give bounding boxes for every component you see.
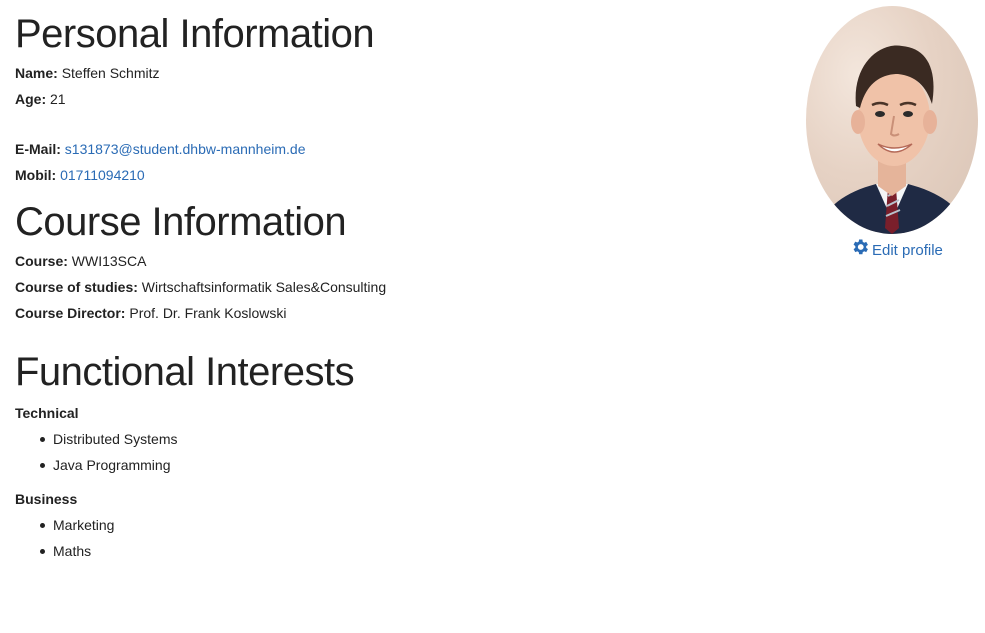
mobil-label: Mobil: [15, 167, 57, 183]
course-director-label: Course Director: [15, 305, 126, 321]
course-of-studies-value: Wirtschaftsinformatik Sales&Consulting [141, 279, 387, 295]
email-link[interactable]: s131873@student.dhbw-mannheim.de [65, 141, 306, 157]
course-of-studies-label: Course of studies: [15, 279, 138, 295]
business-interests-list: Marketing Maths [39, 512, 775, 564]
name-label: Name: [15, 65, 58, 81]
functional-interests-section: Functional Interests Technical Distribut… [15, 346, 775, 564]
age-label: Age: [15, 91, 47, 107]
email-label: E-Mail: [15, 141, 61, 157]
course-label: Course: [15, 253, 68, 269]
interest-category-technical: Technical [15, 405, 79, 421]
course-of-studies-row: Course of studies: Wirtschaftsinformatik… [15, 274, 775, 300]
email-row: E-Mail: s131873@student.dhbw-mannheim.de [15, 136, 775, 162]
list-item: Distributed Systems [39, 426, 775, 452]
age-row: Age: 21 [15, 86, 775, 112]
list-item: Maths [39, 538, 775, 564]
course-information-section: Course Information Course: WWI13SCA Cour… [15, 196, 775, 326]
course-row: Course: WWI13SCA [15, 248, 775, 274]
interest-category-business: Business [15, 491, 78, 507]
profile-content: Personal Information Name: Steffen Schmi… [15, 8, 775, 564]
course-value: WWI13SCA [71, 253, 147, 269]
technical-interests-list: Distributed Systems Java Programming [39, 426, 775, 478]
course-director-row: Course Director: Prof. Dr. Frank Koslows… [15, 300, 775, 326]
course-information-heading: Course Information [15, 200, 347, 244]
list-item: Java Programming [39, 452, 775, 478]
edit-profile-link[interactable]: Edit profile [850, 237, 943, 265]
edit-profile-label: Edit profile [872, 242, 943, 259]
mobil-link[interactable]: 01711094210 [60, 167, 145, 183]
gear-icon [850, 237, 872, 265]
list-item: Marketing [39, 512, 775, 538]
profile-card: Edit profile [806, 6, 978, 259]
personal-information-heading: Personal Information [15, 12, 375, 56]
avatar [806, 6, 978, 234]
course-director-value: Prof. Dr. Frank Koslowski [129, 305, 287, 321]
age-value: 21 [50, 91, 66, 107]
name-row: Name: Steffen Schmitz [15, 60, 775, 86]
personal-information-section: Personal Information Name: Steffen Schmi… [15, 8, 775, 188]
profile-photo [816, 45, 970, 234]
mobil-row: Mobil: 01711094210 [15, 162, 775, 188]
name-value: Steffen Schmitz [61, 65, 160, 81]
functional-interests-heading: Functional Interests [15, 350, 355, 394]
